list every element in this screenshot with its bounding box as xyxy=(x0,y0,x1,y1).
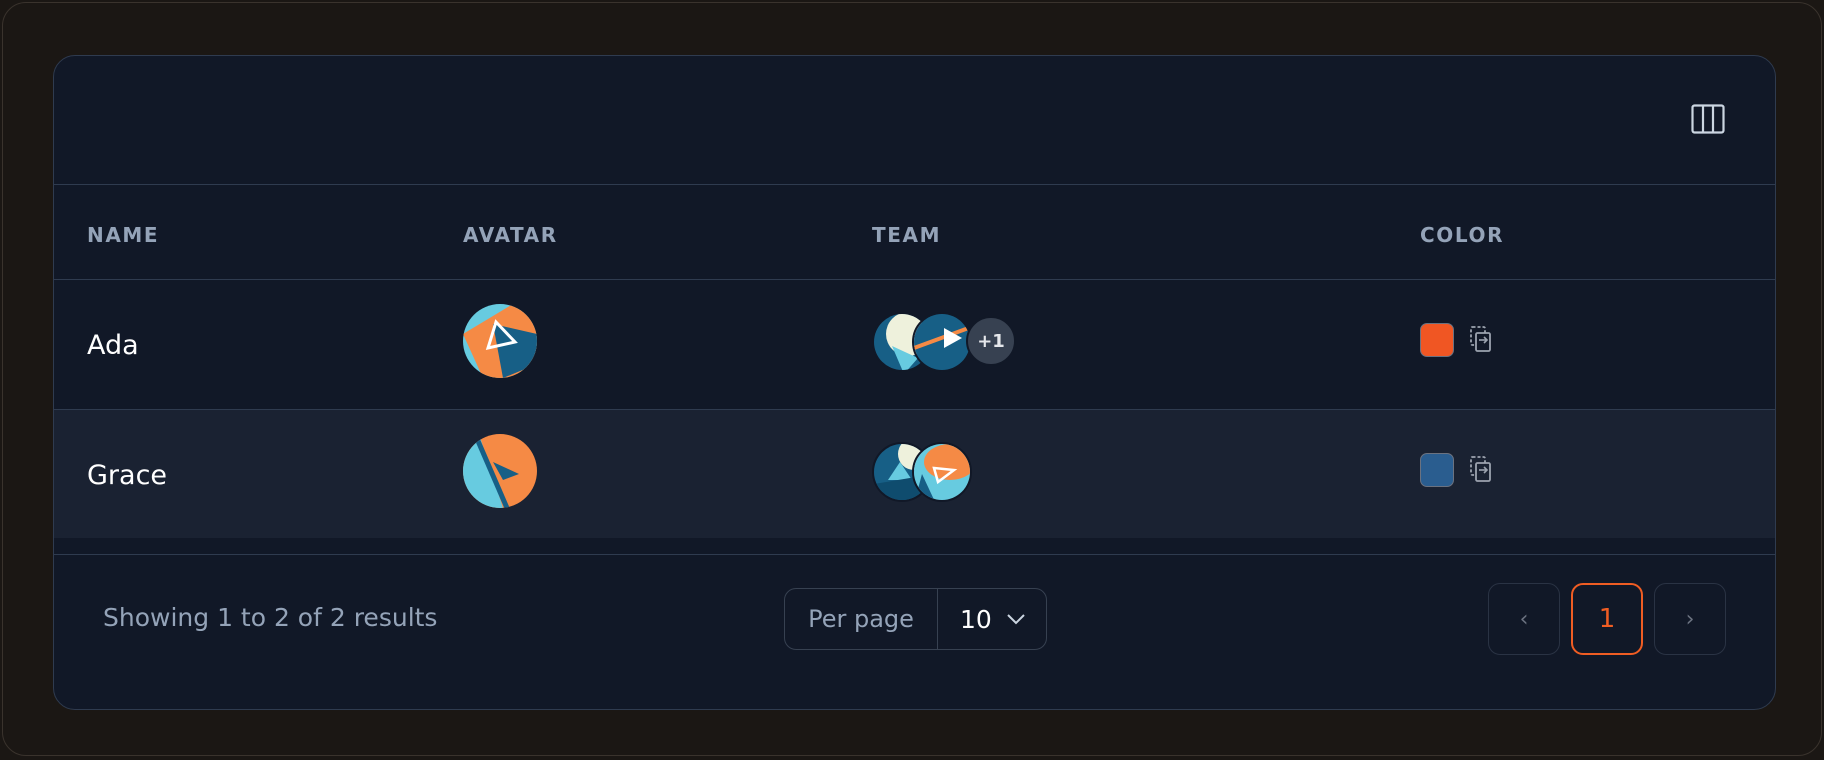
window-frame: NAME AVATAR TEAM COLOR Ada +1 Grace Show… xyxy=(2,2,1822,756)
avatar xyxy=(463,304,537,378)
team-member-avatar xyxy=(912,442,972,502)
copy-icon xyxy=(1470,456,1491,482)
next-page-button[interactable]: › xyxy=(1654,583,1726,655)
pagination-footer: Showing 1 to 2 of 2 results Per page 10 … xyxy=(54,554,1775,709)
results-summary: Showing 1 to 2 of 2 results xyxy=(103,603,438,632)
column-header-color[interactable]: COLOR xyxy=(1420,223,1504,247)
team-member-avatar xyxy=(912,312,972,372)
previous-page-button[interactable]: ‹ xyxy=(1488,583,1560,655)
copy-color-button[interactable] xyxy=(1469,325,1493,353)
chevron-down-icon xyxy=(1007,614,1025,625)
data-table-card: NAME AVATAR TEAM COLOR Ada +1 Grace Show… xyxy=(53,55,1776,710)
copy-color-button[interactable] xyxy=(1469,455,1493,483)
table-row[interactable]: Grace xyxy=(54,410,1775,538)
table-row[interactable]: Ada +1 xyxy=(54,280,1775,410)
current-page-button[interactable]: 1 xyxy=(1571,583,1643,655)
columns-toggle-button[interactable] xyxy=(1691,104,1725,134)
copy-icon xyxy=(1470,326,1491,352)
color-swatch xyxy=(1420,453,1454,487)
column-header-team[interactable]: TEAM xyxy=(872,223,941,247)
per-page-select[interactable]: 10 xyxy=(938,589,1046,649)
color-swatch xyxy=(1420,323,1454,357)
name-cell: Grace xyxy=(87,460,168,491)
per-page-control: Per page 10 xyxy=(784,588,1047,650)
per-page-label: Per page xyxy=(785,589,938,649)
per-page-value: 10 xyxy=(960,604,992,634)
columns-icon xyxy=(1691,104,1725,134)
team-overflow-count[interactable]: +1 xyxy=(966,316,1016,366)
column-header-avatar[interactable]: AVATAR xyxy=(463,223,558,247)
name-cell: Ada xyxy=(87,330,139,361)
table-toolbar xyxy=(54,56,1775,185)
avatar xyxy=(463,434,537,508)
column-header-name[interactable]: NAME xyxy=(87,223,159,247)
table-header: NAME AVATAR TEAM COLOR xyxy=(54,185,1775,280)
